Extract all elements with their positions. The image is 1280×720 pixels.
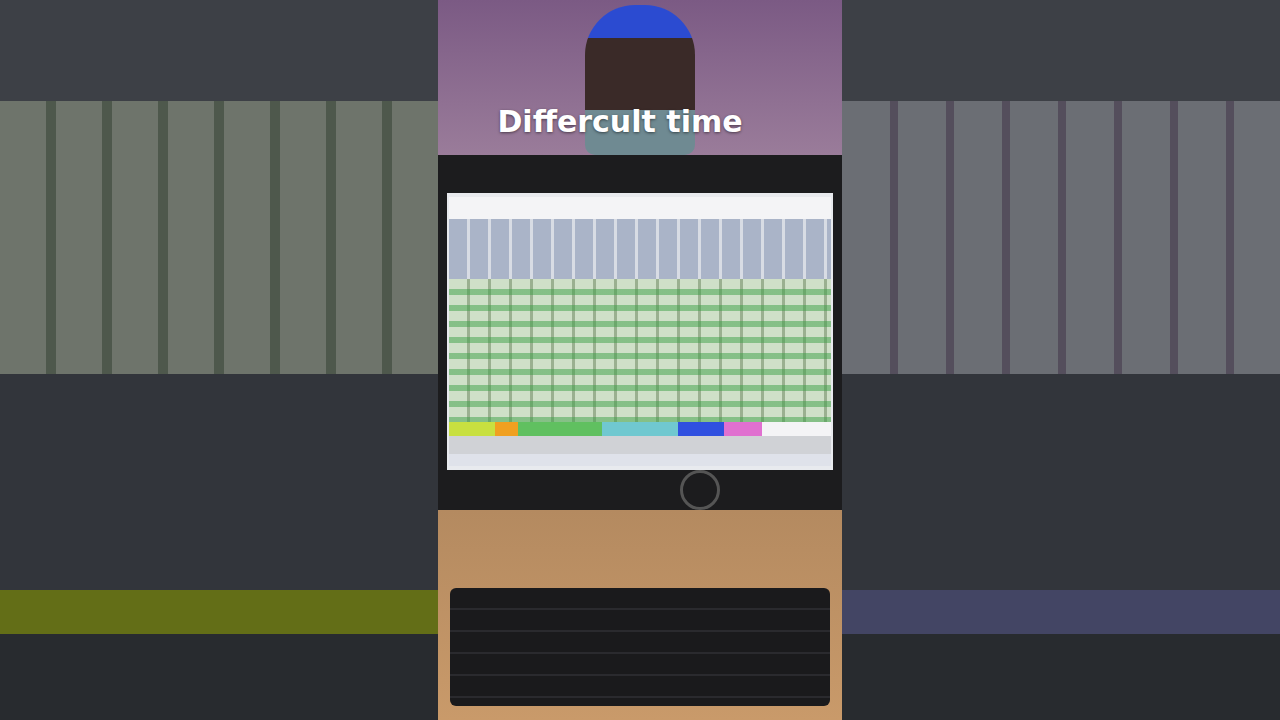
video-frame: Differcult time <box>0 0 1280 720</box>
mixer-faders <box>449 279 831 422</box>
monitor-chin <box>438 470 842 510</box>
keyboard <box>450 588 830 706</box>
blurred-background-right <box>842 0 1280 720</box>
mixer-color-strips <box>449 422 831 436</box>
caption: Differcult time <box>438 104 802 139</box>
monitor <box>438 155 842 510</box>
blurred-background-left <box>0 0 438 720</box>
desk <box>438 510 842 720</box>
taskbar <box>449 454 831 466</box>
emblem-icon <box>680 470 720 510</box>
monitor-screen <box>447 193 833 470</box>
transport-bar <box>449 436 831 454</box>
mixer-knobs <box>449 219 831 279</box>
mixer-top <box>449 197 831 219</box>
